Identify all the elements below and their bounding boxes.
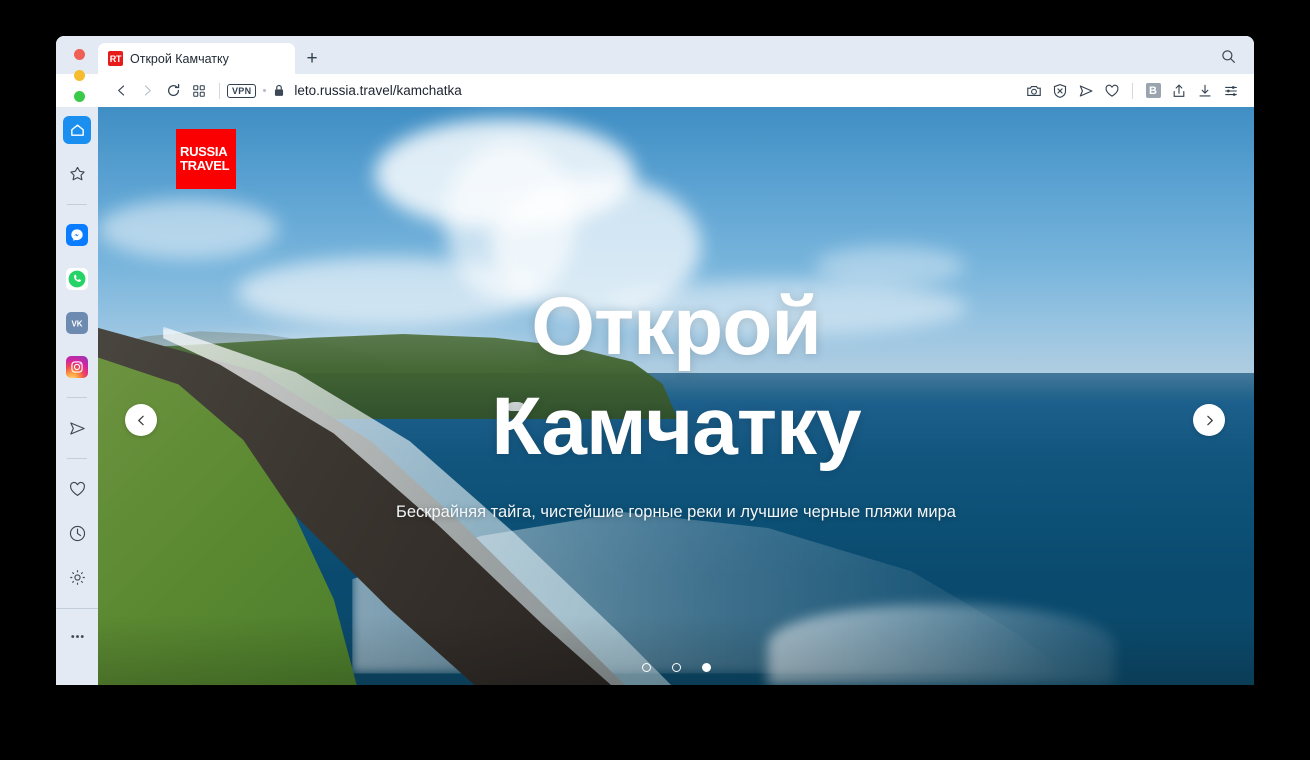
hero-subtitle: Бескрайняя тайга, чистейшие горные реки … — [396, 503, 956, 522]
ad-blocker-icon[interactable] — [1047, 78, 1073, 104]
tab-title: Открой Камчатку — [130, 51, 229, 66]
bottom-shade — [98, 615, 1254, 685]
site-logo[interactable]: RUSSIA TRAVEL — [176, 129, 236, 189]
hero-carousel: RUSSIA TRAVEL Открой Камчатку Бескрайняя… — [98, 107, 1254, 685]
address-bar-actions: B — [1021, 74, 1244, 107]
lock-icon[interactable] — [273, 84, 285, 97]
downloads-icon[interactable] — [1192, 78, 1218, 104]
hero-text-block: Открой Камчатку Бескрайняя тайга, чистей… — [98, 277, 1254, 522]
tab-strip: RT Открой Камчатку + — [56, 36, 1254, 102]
bookmarks-badge: B — [1145, 83, 1161, 98]
send-page-icon[interactable] — [1073, 78, 1099, 104]
browser-window: RT Открой Камчатку + VPN leto.russia.tra… — [56, 36, 1254, 685]
logo-line-1: RUSSIA — [180, 144, 228, 159]
window-controls — [68, 36, 90, 685]
minimize-window-button[interactable] — [73, 70, 85, 81]
url-text[interactable]: leto.russia.travel/kamchatka — [294, 83, 461, 98]
carousel-prev-button[interactable] — [125, 404, 157, 436]
grid-panels-icon[interactable] — [186, 78, 212, 104]
page-actions-icon[interactable] — [1218, 78, 1244, 104]
search-icon[interactable] — [1216, 44, 1240, 68]
tabs-area: RT Открой Камчатку + — [98, 36, 329, 74]
toolbar-divider — [219, 82, 220, 99]
hero-title-line-1: Открой — [531, 281, 822, 372]
capture-page-icon[interactable] — [1021, 78, 1047, 104]
carousel-dot-2[interactable] — [671, 663, 681, 672]
share-icon[interactable] — [1166, 78, 1192, 104]
carousel-dot-3[interactable] — [701, 663, 711, 672]
hero-title-line-2: Камчатку — [491, 381, 861, 473]
vpn-badge[interactable]: VPN — [227, 83, 257, 98]
browser-body: VK RUSSIA TRAVEL Открой Камчатку Бескрай… — [56, 107, 1254, 685]
carousel-next-button[interactable] — [1193, 404, 1225, 436]
bookmarks-icon[interactable]: B — [1140, 78, 1166, 104]
vpn-status-dot — [263, 89, 267, 92]
address-bar: VPN leto.russia.travel/kamchatka B — [56, 74, 1254, 107]
back-button[interactable] — [108, 78, 134, 104]
toolbar-divider — [1132, 82, 1133, 99]
close-window-button[interactable] — [73, 49, 85, 60]
tab-favicon: RT — [108, 51, 123, 66]
carousel-dot-1[interactable] — [641, 663, 651, 672]
add-bookmark-icon[interactable] — [1099, 78, 1125, 104]
maximize-window-button[interactable] — [73, 91, 85, 102]
reload-button[interactable] — [160, 78, 186, 104]
web-page-viewport: RUSSIA TRAVEL Открой Камчатку Бескрайняя… — [98, 107, 1254, 685]
browser-tab[interactable]: RT Открой Камчатку — [98, 43, 295, 74]
carousel-dots — [98, 663, 1254, 672]
new-tab-button[interactable]: + — [295, 43, 329, 74]
forward-button[interactable] — [134, 78, 160, 104]
logo-line-2: TRAVEL — [180, 158, 230, 173]
hero-title: Открой Камчатку — [98, 277, 1254, 477]
